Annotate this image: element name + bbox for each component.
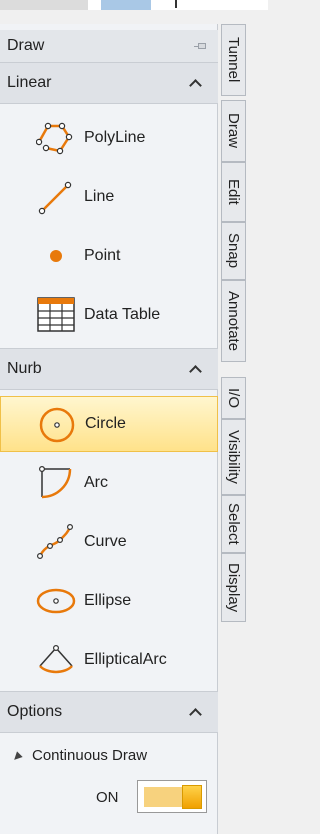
toggle-state-label: ON	[96, 789, 119, 806]
continuous-draw-toggle[interactable]	[137, 780, 207, 813]
tool-point[interactable]: Point	[0, 228, 218, 284]
tool-line[interactable]: Line	[0, 169, 218, 225]
continuous-draw-row[interactable]: Continuous Draw	[0, 744, 218, 770]
section-label-nurb: Nurb	[7, 360, 42, 377]
tab-edit[interactable]: Edit	[221, 162, 246, 222]
tool-label: Point	[84, 247, 121, 264]
tool-elliptical-arc[interactable]: EllipticalArc	[0, 632, 218, 688]
top-strip-active-segment[interactable]	[101, 0, 151, 10]
tool-label: Line	[84, 188, 115, 205]
tab-label: Tunnel	[225, 37, 242, 83]
line-icon	[38, 181, 72, 215]
tab-annotate[interactable]: Annotate	[221, 280, 246, 362]
tab-select[interactable]: Select	[221, 495, 246, 553]
panel-title-label: Draw	[7, 37, 45, 54]
tab-label: Select	[225, 503, 242, 545]
collapse-caret-icon[interactable]	[190, 78, 200, 88]
tab-io[interactable]: I/O	[221, 377, 246, 419]
section-label-options: Options	[7, 703, 63, 720]
pin-icon[interactable]	[194, 42, 208, 52]
panel-title: Draw	[0, 30, 218, 62]
tab-label: I/O	[225, 387, 242, 408]
tab-snap[interactable]: Snap	[221, 222, 246, 280]
curve-icon	[36, 523, 74, 560]
tab-label: Annotate	[225, 290, 242, 352]
tool-label: Arc	[84, 474, 108, 491]
top-strip	[0, 0, 268, 10]
tool-label: Curve	[84, 533, 127, 550]
tool-polyline[interactable]: PolyLine	[0, 110, 218, 166]
tab-draw[interactable]: Draw	[221, 100, 246, 162]
arc-icon	[38, 465, 72, 499]
tool-curve[interactable]: Curve	[0, 514, 218, 570]
section-header-nurb[interactable]: Nurb	[0, 348, 218, 390]
tool-label: PolyLine	[84, 129, 146, 146]
section-header-linear[interactable]: Linear	[0, 62, 218, 104]
tab-label: Edit	[225, 179, 242, 205]
ellipse-icon	[36, 588, 76, 614]
top-strip-segment	[0, 0, 88, 10]
expand-triangle-icon[interactable]	[11, 751, 23, 763]
top-strip-marker	[175, 0, 183, 8]
tool-label: Circle	[85, 415, 126, 432]
tool-data-table[interactable]: Data Table	[0, 287, 218, 343]
tab-label: Display	[225, 562, 242, 613]
tab-label: Draw	[225, 113, 242, 149]
section-header-options[interactable]: Options	[0, 691, 218, 733]
polyline-icon	[36, 122, 73, 155]
side-tab-strip: Tunnel Draw Edit Snap Annotate I/O Visib…	[221, 24, 247, 634]
point-icon	[50, 250, 62, 262]
section-label-linear: Linear	[7, 74, 52, 91]
collapse-caret-icon[interactable]	[190, 707, 200, 717]
tool-label: EllipticalArc	[84, 651, 167, 668]
tab-display[interactable]: Display	[221, 553, 246, 622]
elliptical-arc-icon	[39, 644, 73, 674]
tab-label: Snap	[225, 233, 242, 269]
tool-circle[interactable]: Circle	[0, 396, 218, 452]
tab-visibility[interactable]: Visibility	[221, 419, 246, 495]
circle-icon	[39, 407, 75, 443]
tool-label: Ellipse	[84, 592, 132, 609]
tool-label: Data Table	[84, 306, 161, 323]
tab-label: Visibility	[225, 430, 242, 484]
data-table-icon	[37, 297, 75, 332]
continuous-draw-label: Continuous Draw	[32, 747, 148, 764]
toggle-track	[144, 787, 184, 807]
collapse-caret-icon[interactable]	[190, 364, 200, 374]
tab-tunnel[interactable]: Tunnel	[221, 24, 246, 96]
tool-ellipse[interactable]: Ellipse	[0, 573, 218, 629]
tool-arc[interactable]: Arc	[0, 455, 218, 511]
toggle-knob[interactable]	[182, 785, 202, 809]
